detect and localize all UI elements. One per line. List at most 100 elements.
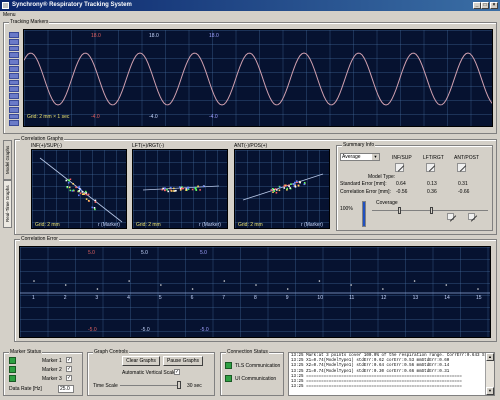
correlation-plot-3: Grid: 2 mm r (Marker) bbox=[234, 149, 330, 229]
summary-mode-dropdown[interactable]: Average ▼ bbox=[340, 153, 380, 161]
tab-model-graphs[interactable]: Model Graphs bbox=[3, 140, 12, 180]
coverage-range-handle-right[interactable] bbox=[430, 207, 433, 214]
corr-error-point bbox=[413, 280, 416, 282]
model-hint-icon-1 bbox=[395, 163, 404, 172]
coverage-range-handle-left[interactable] bbox=[398, 207, 401, 214]
corr-error-point bbox=[445, 284, 448, 286]
corr-error-point bbox=[64, 284, 67, 286]
correlation-point bbox=[297, 185, 300, 187]
correlation-point bbox=[65, 179, 68, 182]
correlation-point bbox=[274, 188, 277, 190]
tracking-bottom-label-2: -4.0 bbox=[149, 114, 158, 120]
corr-error-top-label-2: 5.0 bbox=[141, 250, 148, 256]
scroll-down-icon[interactable]: ▼ bbox=[486, 387, 494, 395]
corr-error-top-label-1: 5.0 bbox=[88, 250, 95, 256]
chevron-down-icon[interactable]: ▼ bbox=[372, 154, 379, 160]
correlation-graphs-label: Correlation Graphs bbox=[20, 136, 65, 142]
tab-real-time-graphs[interactable]: Real-Time Graphs bbox=[3, 180, 12, 228]
corr-error-tick-label: 3 bbox=[95, 295, 99, 301]
tracking-grid-label: Grid: 2 mm × 1 sec bbox=[27, 114, 70, 120]
corr-error-tick-label: 1 bbox=[32, 295, 35, 301]
correlation-point bbox=[283, 187, 286, 189]
corr-error-tick-label: 8 bbox=[254, 295, 257, 301]
corr-error-tick-label: 15 bbox=[476, 295, 482, 301]
marker-1-label: Marker 1 bbox=[42, 358, 62, 364]
coverage-bar bbox=[362, 201, 366, 227]
correlation-point bbox=[164, 187, 166, 189]
marker-3-status-led bbox=[9, 375, 16, 382]
correlation-point bbox=[68, 186, 71, 189]
correlation-plot-2: Grid: 2 mm r (Marker) bbox=[132, 149, 228, 229]
correlation-point bbox=[93, 207, 96, 209]
time-scale-slider-handle[interactable] bbox=[177, 381, 181, 389]
marker-3-checkbox[interactable]: ✓ bbox=[66, 375, 72, 381]
log-scrollbar[interactable]: ▲ ▼ bbox=[485, 353, 494, 395]
corr-error-tick-label: 13 bbox=[412, 295, 419, 301]
data-rate-label: Data Rate [Hz] bbox=[9, 386, 42, 392]
standard-error-ant-post: 0.31 bbox=[458, 181, 468, 187]
tracking-plot: 18.0 18.0 18.0 -4.0 -4.0 -4.0 Grid: 2 mm… bbox=[23, 29, 493, 127]
marker-2-label: Marker 2 bbox=[42, 367, 62, 373]
correlation-point bbox=[94, 208, 96, 211]
log-line: 13:25 ==================================… bbox=[291, 385, 462, 390]
correlation-error-svg bbox=[20, 280, 490, 294]
correlation-point bbox=[199, 189, 201, 191]
correlation-point bbox=[75, 186, 77, 189]
corr-error-bottom-label-3: -5.0 bbox=[200, 327, 209, 333]
log-panel[interactable]: 13:25 Mark:at 3 points cover 100.0% of t… bbox=[288, 352, 495, 396]
marker-indicator bbox=[9, 72, 19, 79]
marker-2-checkbox[interactable]: ✓ bbox=[66, 366, 72, 372]
corr-error-tick-label: 9 bbox=[285, 295, 289, 301]
corr-error-point bbox=[223, 280, 226, 282]
corr-error-point bbox=[160, 284, 162, 286]
corr-error-point bbox=[286, 288, 289, 290]
correlation-point bbox=[85, 192, 88, 194]
marker-status-label: Marker Status bbox=[9, 349, 43, 355]
marker-indicator bbox=[9, 120, 19, 127]
corr-error-tick-label: 11 bbox=[349, 295, 355, 301]
standard-error-label: Standard Error [mm]: bbox=[340, 181, 387, 187]
marker-indicator bbox=[9, 93, 19, 99]
scroll-up-icon[interactable]: ▲ bbox=[486, 353, 494, 361]
corr-error-point bbox=[255, 284, 257, 286]
pause-graphs-button[interactable]: Pause Graphs bbox=[163, 356, 203, 366]
correlation-point bbox=[289, 187, 291, 189]
marker-indicator bbox=[9, 32, 19, 38]
summary-header-lft-rgt: LFT/RGT bbox=[423, 155, 444, 161]
menu-item[interactable]: Menu bbox=[3, 12, 16, 18]
log-lines: 13:25 Mark:at 3 points cover 100.0% of t… bbox=[289, 353, 494, 391]
marker-indicator bbox=[9, 106, 19, 113]
correlation-point bbox=[294, 181, 296, 184]
marker-indicator bbox=[9, 79, 19, 86]
tracking-markers-label: Tracking Markers bbox=[9, 19, 50, 25]
minimize-button[interactable]: _ bbox=[473, 2, 481, 9]
correlation-point bbox=[278, 189, 281, 192]
corr-error-tick-label: 4 bbox=[127, 295, 130, 301]
correlation-point bbox=[69, 189, 72, 192]
corr-error-point bbox=[96, 288, 99, 290]
corr-error-tick-label: 5 bbox=[158, 295, 162, 301]
correlation-point bbox=[272, 188, 274, 190]
correlation-point bbox=[294, 186, 297, 188]
correlation-point bbox=[191, 188, 194, 191]
model-type-label: Model Type: bbox=[368, 174, 396, 180]
marker-indicator bbox=[9, 86, 19, 93]
auto-scale-checkbox[interactable]: ✓ bbox=[174, 369, 180, 375]
correlation-point bbox=[94, 201, 97, 203]
corr-error-tick-label: 7 bbox=[222, 295, 226, 301]
marker-indicator bbox=[9, 52, 19, 59]
connection-status-label: Connection Status bbox=[226, 349, 269, 355]
graph3-axis-label: r (Marker) bbox=[301, 222, 323, 228]
correlation-point bbox=[164, 189, 166, 192]
coverage-bar-fill bbox=[363, 202, 365, 226]
corr-error-point bbox=[350, 284, 352, 286]
marker-1-checkbox[interactable]: ✓ bbox=[66, 357, 72, 363]
close-button[interactable]: × bbox=[490, 2, 498, 9]
correlation-point bbox=[185, 189, 187, 191]
correlation-point bbox=[79, 192, 82, 195]
maximize-button[interactable]: □ bbox=[481, 2, 489, 9]
data-rate-field[interactable]: 25.0 bbox=[58, 385, 74, 393]
clear-graphs-button[interactable]: Clear Graphs bbox=[122, 356, 160, 366]
correlation-point bbox=[270, 189, 273, 191]
model-hint-icon-2 bbox=[426, 163, 435, 172]
